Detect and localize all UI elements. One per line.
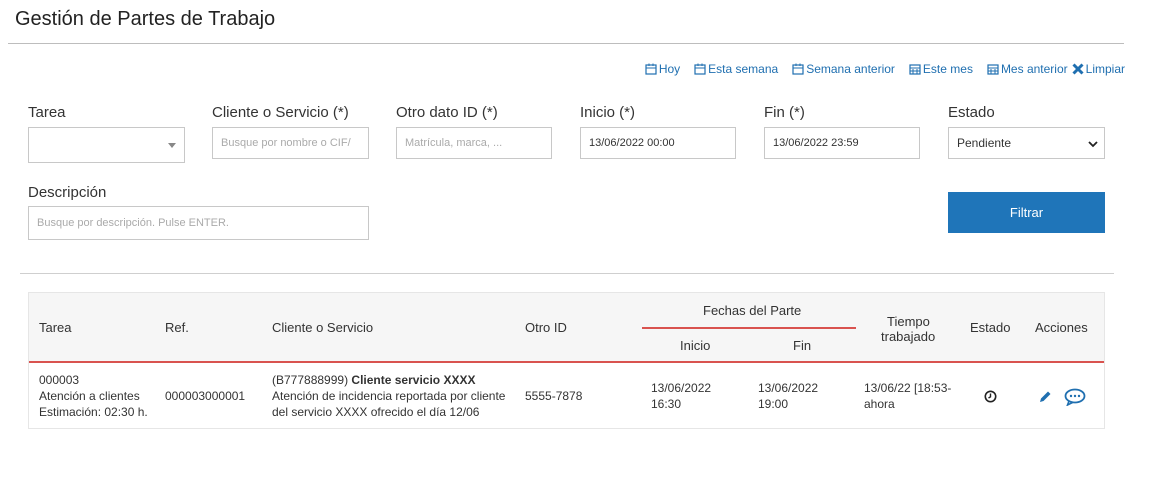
otro-dato-label: Otro dato ID (*) <box>396 104 498 121</box>
estado-select-value: Pendiente <box>957 136 1012 150</box>
header-otro-id[interactable]: Otro ID <box>525 320 567 335</box>
tiempo-line1: 13/06/22 [18:53- <box>864 381 952 395</box>
cliente-desc-line1: Atención de incidencia reportada por cli… <box>272 389 506 403</box>
cliente-desc-line2: del servicio XXXX ofrecido el día 12/06 <box>272 405 480 419</box>
header-acciones: Acciones <box>1035 320 1088 335</box>
quick-filter-label: Semana anterior <box>806 62 895 76</box>
quick-filter-label: Mes anterior <box>1000 62 1068 76</box>
filter-button[interactable]: Filtrar <box>948 192 1105 233</box>
comment-icon[interactable] <box>1064 388 1086 406</box>
cell-fin: 13/06/2022 19:00 <box>758 380 818 412</box>
quick-filter-limpiar[interactable]: Limpiar <box>1072 60 1125 78</box>
quick-filter-esta-semana[interactable]: Esta semana <box>694 60 778 78</box>
caret-down-icon <box>168 143 176 148</box>
header-trabajado: trabajado <box>881 329 936 344</box>
header-tiempo[interactable]: Tiempo <box>887 314 930 329</box>
fin-input[interactable]: 13/06/2022 23:59 <box>764 127 920 159</box>
inicio-input[interactable]: 13/06/2022 00:00 <box>580 127 736 159</box>
otro-dato-input[interactable]: Matrícula, marca, ... <box>396 127 552 159</box>
quick-filter-label: Esta semana <box>708 62 779 76</box>
quick-filter-este-mes[interactable]: Este mes <box>909 60 973 78</box>
quick-filter-label: Limpiar <box>1085 62 1125 76</box>
quick-filter-label: Hoy <box>658 62 681 76</box>
title-divider <box>8 43 1124 44</box>
calendar-icon <box>645 63 657 75</box>
clock-icon <box>984 390 997 403</box>
cliente-input[interactable]: Busque por nombre o CIF/ <box>212 127 369 159</box>
tarea-estimacion: Estimación: 02:30 h. <box>39 405 148 419</box>
fin-time: 19:00 <box>758 397 789 411</box>
close-icon <box>1072 63 1084 75</box>
header-fechas: Fechas del Parte <box>703 303 802 318</box>
calendar-icon <box>792 63 804 75</box>
tiempo-line2: ahora <box>864 397 895 411</box>
table-header: Tarea Ref. Cliente o Servicio Otro ID Fe… <box>29 293 1104 363</box>
calendar-icon <box>694 63 706 75</box>
header-inicio[interactable]: Inicio <box>680 338 710 353</box>
header-tarea[interactable]: Tarea <box>39 320 72 335</box>
estado-label: Estado <box>948 104 995 121</box>
quick-filter-label: Este mes <box>922 62 973 76</box>
header-fin[interactable]: Fin <box>793 338 811 353</box>
quick-filter-semana-anterior[interactable]: Semana anterior <box>792 60 895 78</box>
cliente-cif: (B777888999) <box>272 373 349 387</box>
inicio-date: 13/06/2022 <box>651 381 712 395</box>
quick-filter-bar: Hoy Esta semana Semana anterior Este mes… <box>630 60 1125 78</box>
tarea-code: 000003 <box>39 373 80 387</box>
cell-cliente: (B777888999) Cliente servicio XXXX Atenc… <box>272 372 505 420</box>
cliente-label: Cliente o Servicio (*) <box>212 104 349 121</box>
cell-tiempo: 13/06/22 [18:53- ahora <box>864 380 951 412</box>
fin-label: Fin (*) <box>764 104 805 121</box>
inicio-label: Inicio (*) <box>580 104 636 121</box>
tarea-select[interactable] <box>28 127 185 163</box>
calendar-icon <box>987 64 999 75</box>
header-cliente[interactable]: Cliente o Servicio <box>272 320 373 335</box>
section-divider <box>20 273 1114 274</box>
header-estado[interactable]: Estado <box>970 320 1010 335</box>
cell-tarea: 000003 Atención a clientes Estimación: 0… <box>39 372 148 420</box>
header-ref[interactable]: Ref. <box>165 320 189 335</box>
fin-date: 13/06/2022 <box>758 381 819 395</box>
descripcion-label: Descripción <box>28 184 107 201</box>
cell-otro-id: 5555-7878 <box>525 389 583 403</box>
inicio-time: 16:30 <box>651 397 682 411</box>
quick-filter-mes-anterior[interactable]: Mes anterior <box>987 60 1068 78</box>
descripcion-input[interactable]: Busque por descripción. Pulse ENTER. <box>28 206 369 240</box>
cell-inicio: 13/06/2022 16:30 <box>651 380 711 412</box>
cell-ref: 000003000001 <box>165 389 246 403</box>
results-table: Tarea Ref. Cliente o Servicio Otro ID Fe… <box>28 292 1105 429</box>
fechas-underline <box>642 327 856 329</box>
cliente-name[interactable]: Cliente servicio XXXX <box>351 373 475 387</box>
estado-select[interactable]: Pendiente <box>948 127 1105 159</box>
tarea-name: Atención a clientes <box>39 389 140 403</box>
page-title: Gestión de Partes de Trabajo <box>15 8 276 30</box>
tarea-label: Tarea <box>28 104 66 121</box>
quick-filter-hoy[interactable]: Hoy <box>645 60 680 78</box>
pencil-icon[interactable] <box>1038 390 1052 404</box>
table-row: 000003 Atención a clientes Estimación: 0… <box>29 363 1104 428</box>
calendar-icon <box>909 64 921 75</box>
chevron-down-icon <box>1088 141 1098 148</box>
